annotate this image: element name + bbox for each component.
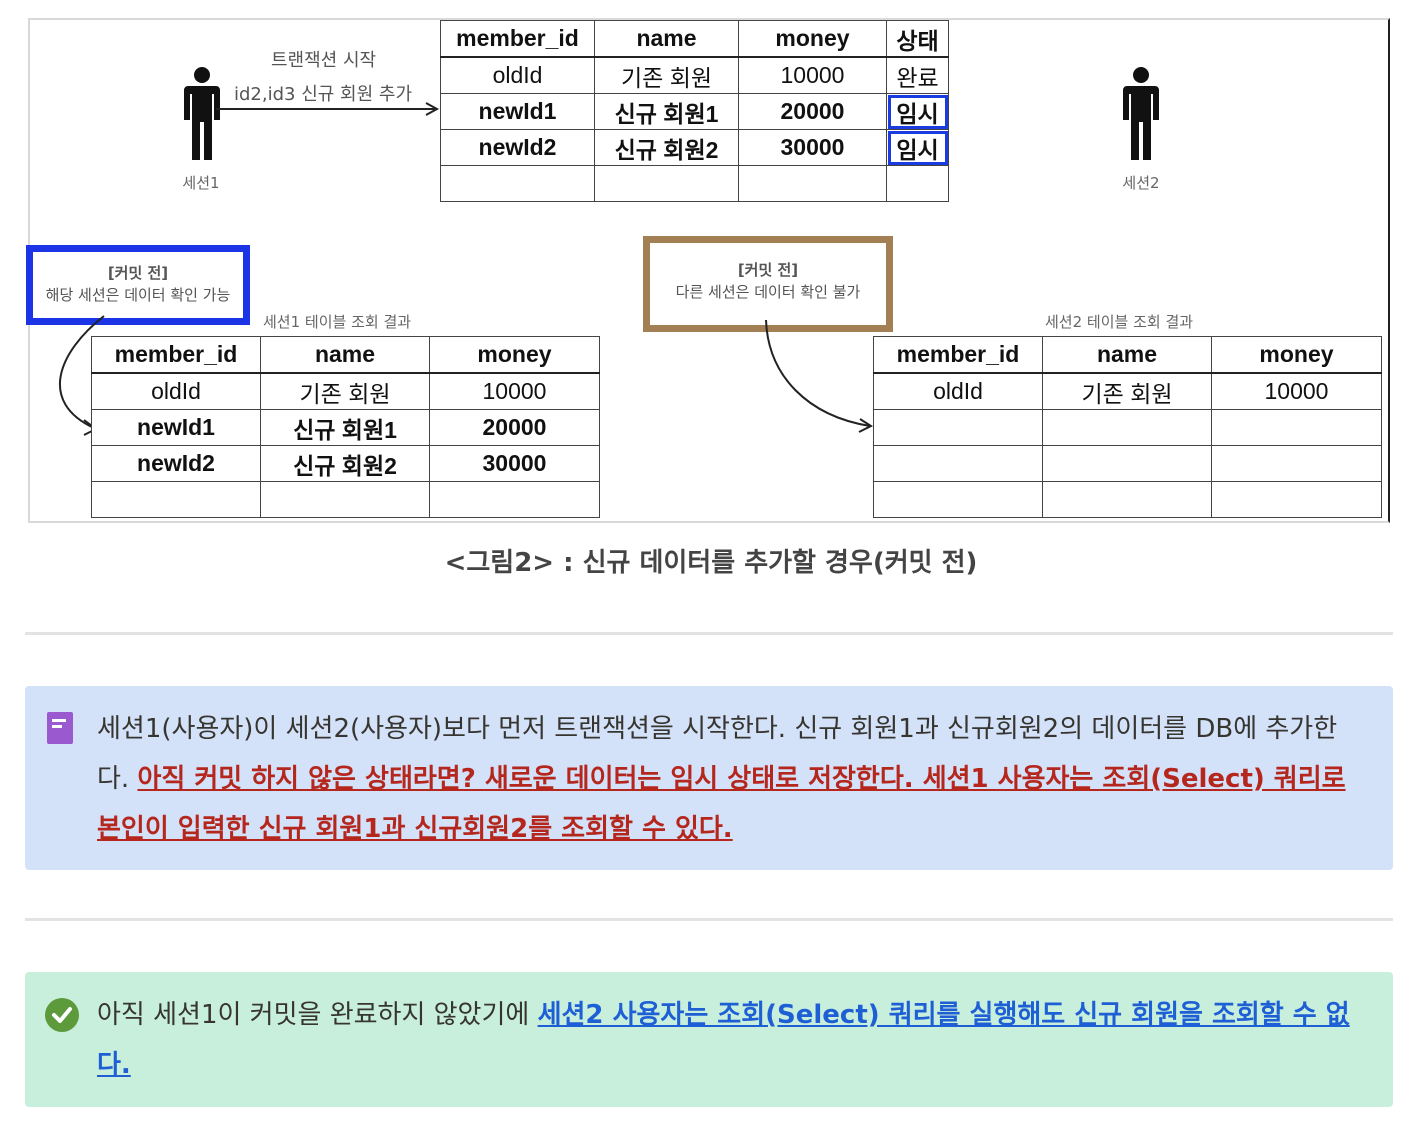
table-cell: 신규 회원2	[260, 445, 430, 482]
table-row: oldId 기존 회원 10000 완료	[440, 56, 949, 94]
table-row-empty	[873, 409, 1382, 446]
column-header: name	[260, 336, 430, 374]
table-cell: 기존 회원	[594, 56, 739, 94]
table-cell: newId2	[91, 445, 261, 482]
callout-success: 아직 세션1이 커밋을 완료하지 않았기에 세션2 사용자는 조회(Select…	[25, 972, 1393, 1107]
table-cell: 20000	[429, 409, 600, 446]
tx-arrow	[216, 102, 440, 116]
main-table: member_id name money 상태 oldId 기존 회원 1000…	[440, 20, 949, 202]
table-cell: 20000	[738, 93, 887, 130]
person-icon-session2	[1123, 67, 1159, 160]
table-row: newId1 신규 회원1 20000	[91, 409, 600, 446]
table-row: newId2 신규 회원2 30000	[91, 445, 600, 482]
column-header: member_id	[440, 20, 595, 58]
table-cell: 10000	[1211, 372, 1382, 410]
column-header: money	[429, 336, 600, 374]
table-row-empty	[873, 445, 1382, 482]
table-cell-empty	[260, 481, 430, 518]
table-cell: newId1	[91, 409, 261, 446]
table-cell-empty	[738, 165, 887, 202]
table-row: newId2 신규 회원2 30000 임시	[440, 129, 949, 166]
note-title: [커밋 전]	[737, 261, 799, 279]
note-text: 다른 세션은 데이터 확인 불가	[675, 283, 861, 301]
table-cell-empty	[873, 481, 1043, 518]
callout-success-text: 아직 세션1이 커밋을 완료하지 않았기에	[97, 1000, 538, 1030]
table-row: newId1 신규 회원1 20000 임시	[440, 93, 949, 130]
column-header: money	[738, 20, 887, 58]
divider	[25, 632, 1393, 635]
table-cell: newId2	[440, 129, 595, 166]
column-header: name	[594, 20, 739, 58]
document-icon	[47, 712, 73, 744]
column-header: member_id	[873, 336, 1043, 374]
table-cell-empty	[1042, 445, 1212, 482]
note-title: [커밋 전]	[107, 264, 169, 282]
table-cell: 신규 회원1	[260, 409, 430, 446]
divider	[25, 918, 1393, 921]
session2-result-label: 세션2 테이블 조회 결과	[1045, 313, 1194, 331]
figure-caption: <그림2> : 신규 데이터를 추가할 경우(커밋 전)	[444, 548, 978, 578]
table-cell: 30000	[738, 129, 887, 166]
table-header-row: member_id name money	[873, 336, 1382, 374]
table-row: oldId 기존 회원 10000	[91, 372, 600, 410]
table-cell: newId1	[440, 93, 595, 130]
column-header: money	[1211, 336, 1382, 374]
session1-result-table: member_id name money oldId 기존 회원 10000 n…	[91, 336, 600, 518]
session1-result-label: 세션1 테이블 조회 결과	[263, 313, 412, 331]
session2-label: 세션2	[1122, 174, 1160, 192]
table-cell-empty	[1042, 409, 1212, 446]
session1-label: 세션1	[182, 174, 220, 192]
table-cell: oldId	[91, 372, 261, 410]
table-cell-empty	[873, 409, 1043, 446]
table-cell: 기존 회원	[260, 372, 430, 410]
table-header-row: member_id name money	[91, 336, 600, 374]
check-circle-icon	[45, 998, 79, 1032]
table-cell-empty	[429, 481, 600, 518]
session2-result-table: member_id name money oldId 기존 회원 10000	[873, 336, 1382, 518]
tx-start-text: 트랜잭션 시작	[271, 50, 377, 71]
column-header: name	[1042, 336, 1212, 374]
callout-info-emphasis-link[interactable]: 아직 커밋 하지 않은 상태라면? 새로운 데이터는 임시 상태로 저장한다. …	[97, 764, 1346, 844]
table-cell-empty	[1211, 445, 1382, 482]
table-cell-empty	[1211, 481, 1382, 518]
table-cell-empty	[440, 165, 595, 202]
table-cell-empty	[594, 165, 739, 202]
table-cell: 신규 회원1	[594, 93, 739, 130]
table-cell-empty	[886, 165, 949, 202]
table-header-row: member_id name money 상태	[440, 20, 949, 58]
column-header: member_id	[91, 336, 261, 374]
table-cell: oldId	[873, 372, 1043, 410]
column-header: 상태	[886, 20, 949, 58]
table-row-empty	[873, 481, 1382, 518]
table-row-empty	[91, 481, 600, 518]
table-cell: 신규 회원2	[594, 129, 739, 166]
table-cell: 10000	[429, 372, 600, 410]
curve-arrow-right	[765, 319, 874, 433]
status-cell-temp: 임시	[886, 93, 949, 130]
table-cell-empty	[1211, 409, 1382, 446]
figure-diagram: 세션1 트랜잭션 시작 id2,id3 신규 회원 추가 member_id n…	[26, 14, 1392, 524]
table-cell-empty	[873, 445, 1043, 482]
table-cell: oldId	[440, 56, 595, 94]
status-cell-temp: 임시	[886, 129, 949, 166]
note-text: 해당 세션은 데이터 확인 가능	[45, 286, 231, 304]
table-cell: 완료	[886, 56, 949, 94]
table-cell: 10000	[738, 56, 887, 94]
table-row: oldId 기존 회원 10000	[873, 372, 1382, 410]
table-row-empty	[440, 165, 949, 202]
table-cell: 기존 회원	[1042, 372, 1212, 410]
table-cell-empty	[1042, 481, 1212, 518]
table-cell: 30000	[429, 445, 600, 482]
callout-info: 세션1(사용자)이 세션2(사용자)보다 먼저 트랜잭션을 시작한다. 신규 회…	[25, 686, 1393, 870]
table-cell-empty	[91, 481, 261, 518]
